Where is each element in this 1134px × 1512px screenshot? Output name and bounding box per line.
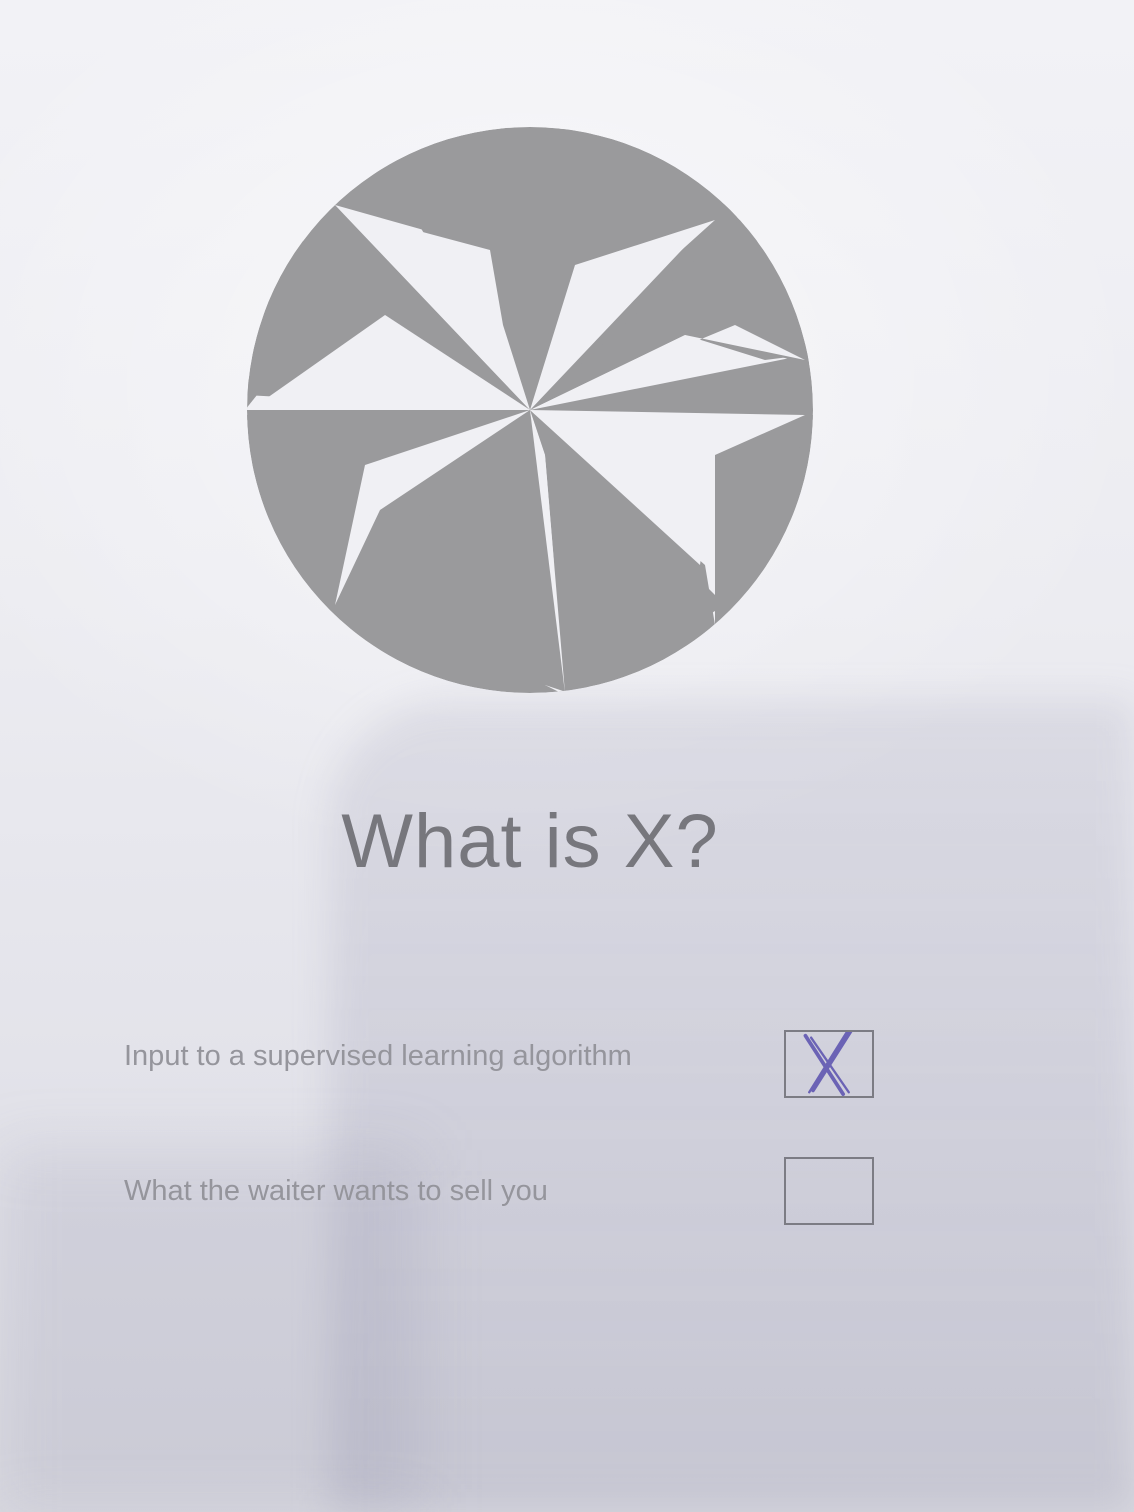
x-mark-icon (803, 1032, 853, 1096)
pinwheel-logo-icon (247, 127, 813, 693)
question-title: What is X? (341, 799, 719, 884)
checkbox-input[interactable] (784, 1030, 874, 1098)
option-label-waiter: What the waiter wants to sell you (124, 1175, 548, 1207)
option-label-input: Input to a supervised learning algorithm (124, 1040, 632, 1072)
checkbox-waiter[interactable] (784, 1157, 874, 1225)
